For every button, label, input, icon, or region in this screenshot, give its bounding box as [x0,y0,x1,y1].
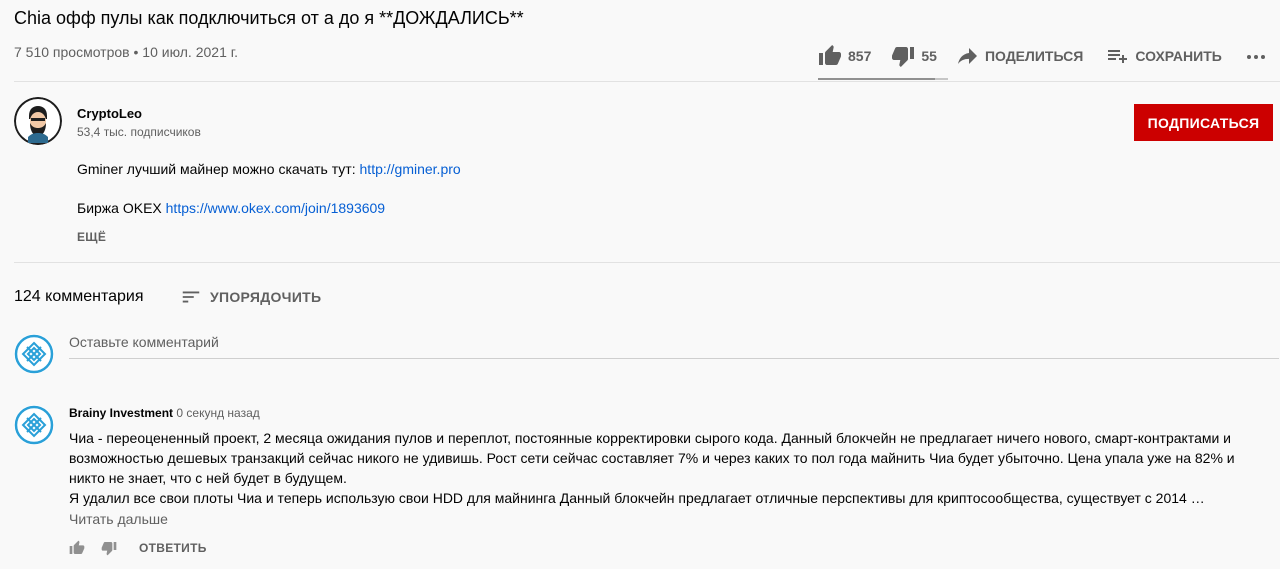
like-count: 857 [848,48,872,64]
sort-icon [182,291,200,303]
dislike-button[interactable]: 55 [891,40,937,72]
description-link[interactable]: https://www.okex.com/join/1893609 [166,200,385,216]
thumb-down-icon[interactable] [101,540,117,556]
comment-text: Чиа - переоцененный проект, 2 месяца ожи… [69,428,1237,508]
sentiment-bar-likes [818,78,935,80]
comment-header: Brainy Investment 0 секунд назад [69,406,260,420]
video-meta: 7 510 просмотров • 10 июл. 2021 г. [14,44,239,60]
thumb-down-icon [892,47,915,67]
like-button[interactable]: 857 [818,40,871,72]
save-button[interactable]: СОХРАНИТЬ [1105,40,1222,72]
save-label: СОХРАНИТЬ [1135,48,1222,64]
show-more-button[interactable]: ЕЩЁ [77,230,106,244]
share-icon [957,48,977,64]
divider [14,81,1280,82]
comment-paragraph: Я удалил все свои плоты Чиа и теперь исп… [69,490,1205,506]
channel-name[interactable]: CryptoLeo [77,106,142,121]
comment-time[interactable]: 0 секунд назад [176,406,259,420]
description-text: Биржа OKEX [77,200,166,216]
comment-paragraph: Чиа - переоцененный проект, 2 месяца ожи… [69,430,1235,486]
subscriber-count: 53,4 тыс. подписчиков [77,125,201,139]
user-avatar [14,334,54,374]
read-more-button[interactable]: Читать дальше [69,511,168,527]
playlist-add-icon [1108,50,1128,63]
description-line: Биржа OKEX https://www.okex.com/join/189… [77,200,385,216]
thumb-up-icon [819,45,841,65]
comment-author[interactable]: Brainy Investment [69,406,173,420]
description-link[interactable]: http://gminer.pro [360,161,461,177]
share-label: ПОДЕЛИТЬСЯ [984,48,1084,64]
dislike-count: 55 [921,48,937,64]
sort-button[interactable]: УПОРЯДОЧИТЬ [180,286,321,308]
thumb-up-icon[interactable] [69,540,85,556]
sort-label: УПОРЯДОЧИТЬ [210,289,322,305]
commenter-avatar[interactable] [14,405,54,445]
divider [14,262,1280,263]
subscribe-button[interactable]: ПОДПИСАТЬСЯ [1134,104,1273,141]
reply-button[interactable]: ОТВЕТИТЬ [139,541,207,555]
more-icon [1246,55,1265,59]
more-actions-button[interactable] [1244,40,1268,72]
comment-count: 124 комментария [14,288,144,305]
comment-input[interactable]: Оставьте комментарий [69,334,1279,359]
video-title: Chia офф пулы как подключиться от а до я… [14,8,524,28]
channel-avatar[interactable] [14,97,62,145]
description-text: Gminer лучший майнер можно скачать тут: [77,161,360,177]
video-actions: 857 55 ПОДЕЛИТЬСЯ СОХРАНИТЬ [818,40,1268,72]
comment-actions: ОТВЕТИТЬ [69,540,207,556]
description-line: Gminer лучший майнер можно скачать тут: … [77,161,461,177]
share-button[interactable]: ПОДЕЛИТЬСЯ [955,40,1083,72]
